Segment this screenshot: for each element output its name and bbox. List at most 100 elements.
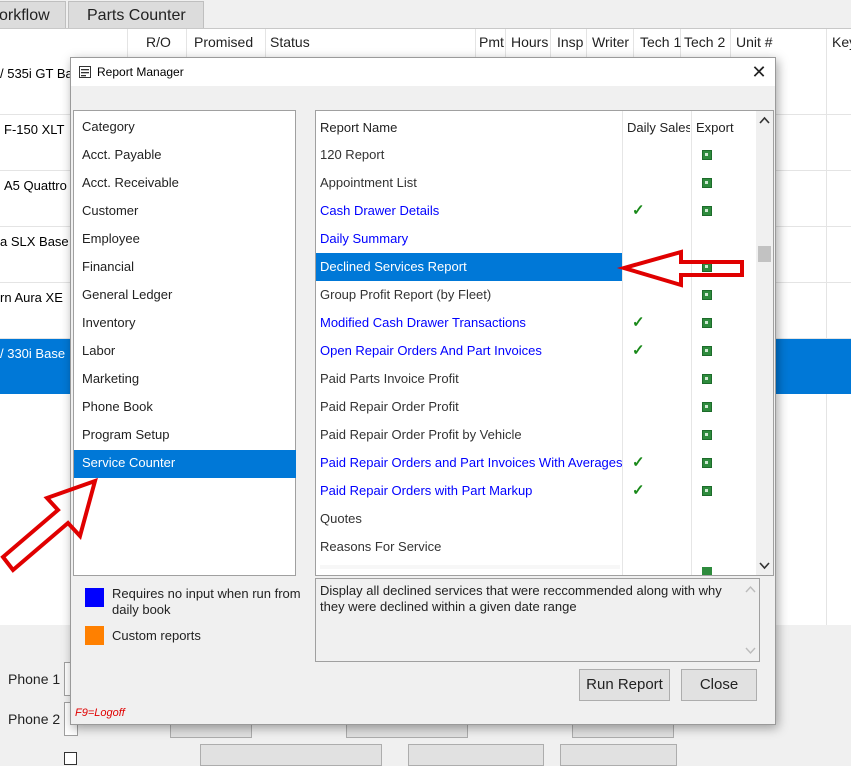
daily-sales-check-icon: ✓: [632, 342, 645, 359]
export-icon[interactable]: [702, 150, 712, 160]
category-item[interactable]: General Ledger: [82, 287, 172, 302]
tab-parts-counter[interactable]: Parts Counter: [68, 1, 204, 28]
report-row[interactable]: Appointment List: [320, 175, 417, 190]
export-icon[interactable]: [702, 178, 712, 188]
daily-sales-header[interactable]: Daily Sales: [627, 120, 690, 135]
grid-row-vehicle[interactable]: a SLX Base: [0, 234, 69, 249]
export-icon[interactable]: [702, 458, 712, 468]
export-icon[interactable]: [702, 262, 712, 272]
report-row[interactable]: Group Profit Report (by Fleet): [320, 287, 491, 302]
tab-parts-counter-label: Parts Counter: [87, 7, 186, 24]
phone2-label: Phone 2: [8, 711, 61, 727]
report-row[interactable]: Quotes: [320, 511, 362, 526]
dialog-titlebar[interactable]: Report Manager ✕: [71, 58, 775, 86]
category-item[interactable]: Acct. Receivable: [82, 175, 179, 190]
column-header-insp[interactable]: Insp: [557, 34, 583, 50]
daily-sales-check-icon: ✓: [632, 314, 645, 331]
report-list[interactable]: Report Name Daily Sales Export 120 Repor…: [315, 110, 774, 576]
category-item[interactable]: Customer: [82, 203, 138, 218]
column-divider: [622, 111, 623, 575]
column-header-pmt[interactable]: Pmt: [479, 34, 504, 50]
report-row[interactable]: Paid Repair Orders with Part Markup: [320, 483, 532, 498]
daily-sales-check-icon: ✓: [632, 482, 645, 499]
column-header-hours[interactable]: Hours: [511, 34, 548, 50]
category-item[interactable]: Employee: [82, 231, 140, 246]
background-button[interactable]: [560, 744, 677, 766]
column-header-promised[interactable]: Promised: [194, 34, 253, 50]
category-item[interactable]: Marketing: [82, 371, 139, 386]
background-button[interactable]: [408, 744, 544, 766]
report-manager-icon: [79, 66, 91, 78]
category-item[interactable]: Acct. Payable: [82, 147, 162, 162]
grid-row-vehicle[interactable]: / 535i GT Ba: [0, 66, 73, 81]
report-row-partial[interactable]: [320, 565, 620, 575]
description-scrollbar[interactable]: [742, 579, 759, 661]
daily-sales-check-icon: ✓: [632, 454, 645, 471]
report-row[interactable]: 120 Report: [320, 147, 384, 162]
report-row[interactable]: Paid Parts Invoice Profit: [320, 371, 459, 386]
close-icon[interactable]: ✕: [747, 60, 771, 84]
category-item[interactable]: Financial: [82, 259, 134, 274]
export-icon[interactable]: [702, 402, 712, 412]
report-manager-dialog: Report Manager ✕ Category Acct. Payable A…: [70, 57, 776, 725]
category-item[interactable]: Service Counter: [82, 455, 175, 470]
column-header-ro[interactable]: R/O: [146, 34, 171, 50]
scroll-thumb[interactable]: [758, 246, 771, 262]
column-header-tech1[interactable]: Tech 1: [640, 34, 681, 50]
phone1-label: Phone 1: [8, 671, 61, 687]
report-row[interactable]: Daily Summary: [320, 231, 408, 246]
scroll-up-icon[interactable]: [745, 585, 756, 593]
export-icon[interactable]: [702, 486, 712, 496]
export-icon[interactable]: [702, 567, 712, 575]
tab-workflow-label: orkflow: [0, 7, 50, 24]
category-item[interactable]: Phone Book: [82, 399, 153, 414]
scroll-down-icon[interactable]: [759, 562, 770, 570]
report-description-box[interactable]: Display all declined services that were …: [315, 578, 760, 662]
column-header-writer[interactable]: Writer: [592, 34, 629, 50]
export-icon[interactable]: [702, 290, 712, 300]
export-header[interactable]: Export: [696, 120, 734, 135]
category-header: Category: [82, 119, 135, 134]
report-row[interactable]: Declined Services Report: [320, 259, 467, 274]
column-divider: [691, 111, 692, 575]
export-icon[interactable]: [702, 318, 712, 328]
export-icon[interactable]: [702, 374, 712, 384]
scroll-down-icon[interactable]: [745, 647, 756, 655]
tab-workflow[interactable]: orkflow: [0, 1, 66, 28]
run-report-button[interactable]: Run Report: [579, 669, 670, 701]
edit-appointment-button[interactable]: [200, 744, 382, 766]
report-scrollbar[interactable]: [756, 111, 773, 575]
legend-swatch-blue: [85, 588, 104, 607]
grid-row-vehicle[interactable]: rn Aura XE: [0, 290, 63, 305]
category-list[interactable]: Category Acct. Payable Acct. Receivable Cu…: [73, 110, 296, 576]
export-icon[interactable]: [702, 206, 712, 216]
report-row[interactable]: Paid Repair Order Profit by Vehicle: [320, 427, 522, 442]
category-item[interactable]: Labor: [82, 343, 115, 358]
column-header-status[interactable]: Status: [270, 34, 310, 50]
category-item[interactable]: Program Setup: [82, 427, 169, 442]
report-row[interactable]: Modified Cash Drawer Transactions: [320, 315, 526, 330]
background-checkbox[interactable]: [64, 752, 77, 765]
report-row[interactable]: Open Repair Orders And Part Invoices: [320, 343, 542, 358]
report-row[interactable]: Cash Drawer Details: [320, 203, 439, 218]
grid-row-vehicle[interactable]: / 330i Base: [0, 346, 65, 361]
report-description-text: Display all declined services that were …: [320, 583, 722, 614]
export-icon[interactable]: [702, 430, 712, 440]
grid-row-vehicle[interactable]: F-150 XLT: [4, 122, 64, 137]
report-row[interactable]: Paid Repair Order Profit: [320, 399, 459, 414]
column-header-unit[interactable]: Unit #: [736, 34, 773, 50]
dialog-title: Report Manager: [97, 65, 184, 79]
scroll-up-icon[interactable]: [759, 116, 770, 124]
category-item[interactable]: Inventory: [82, 315, 135, 330]
report-name-header[interactable]: Report Name: [320, 120, 397, 135]
grid-row-vehicle[interactable]: A5 Quattro: [4, 178, 67, 193]
export-icon[interactable]: [702, 346, 712, 356]
legend-text-custom: Custom reports: [112, 628, 201, 643]
close-button[interactable]: Close: [681, 669, 757, 701]
report-row[interactable]: Reasons For Service: [320, 539, 441, 554]
column-header-tech2[interactable]: Tech 2: [684, 34, 725, 50]
legend-text-no-input: Requires no input when run from: [112, 586, 301, 601]
column-header-key[interactable]: Key: [832, 34, 851, 50]
report-row[interactable]: Paid Repair Orders and Part Invoices Wit…: [320, 455, 623, 470]
logoff-hint: F9=Logoff: [75, 707, 125, 719]
